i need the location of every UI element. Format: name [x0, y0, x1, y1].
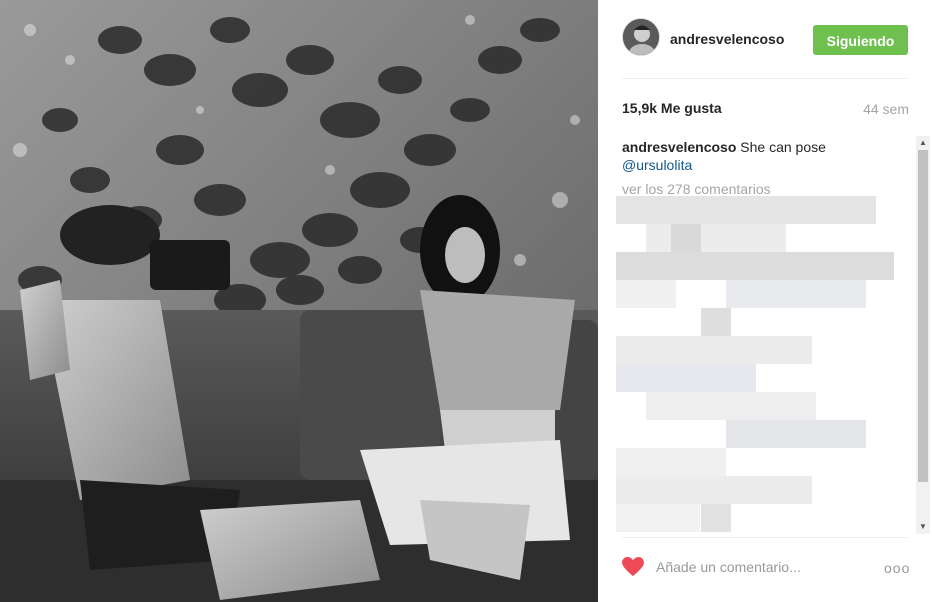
- avatar[interactable]: [622, 18, 660, 56]
- caption-mention-link[interactable]: @ursulolita: [622, 157, 692, 173]
- more-options-icon[interactable]: ooo: [884, 560, 910, 576]
- add-comment-input[interactable]: [656, 557, 856, 577]
- caption-text: She can pose: [736, 139, 826, 155]
- post-photo-image: [0, 0, 598, 602]
- post-photo[interactable]: [0, 0, 598, 602]
- scroll-down-arrow-icon[interactable]: ▼: [916, 520, 930, 534]
- blurred-comments: [616, 196, 916, 532]
- following-button[interactable]: Siguiendo: [813, 25, 908, 55]
- view-all-comments-link[interactable]: ver los 278 comentarios: [622, 181, 771, 197]
- post-header: andresvelencoso Siguiendo: [622, 18, 908, 58]
- comments-scrollbar[interactable]: ▲ ▼: [916, 136, 930, 534]
- scroll-up-arrow-icon[interactable]: ▲: [916, 136, 930, 150]
- scrollbar-thumb[interactable]: [918, 150, 928, 482]
- heart-icon[interactable]: [622, 557, 644, 577]
- caption-username[interactable]: andresvelencoso: [622, 139, 736, 155]
- avatar-image: [623, 19, 659, 55]
- post-age[interactable]: 44 sem: [863, 101, 909, 117]
- post-side-panel: andresvelencoso Siguiendo 15,9k Me gusta…: [598, 0, 932, 602]
- post-caption: andresvelencoso She can pose @ursulolita: [622, 138, 912, 174]
- like-count[interactable]: 15,9k Me gusta: [622, 100, 722, 116]
- post-author-username[interactable]: andresvelencoso: [670, 31, 784, 47]
- header-divider: [622, 78, 908, 79]
- footer-divider: [622, 537, 908, 538]
